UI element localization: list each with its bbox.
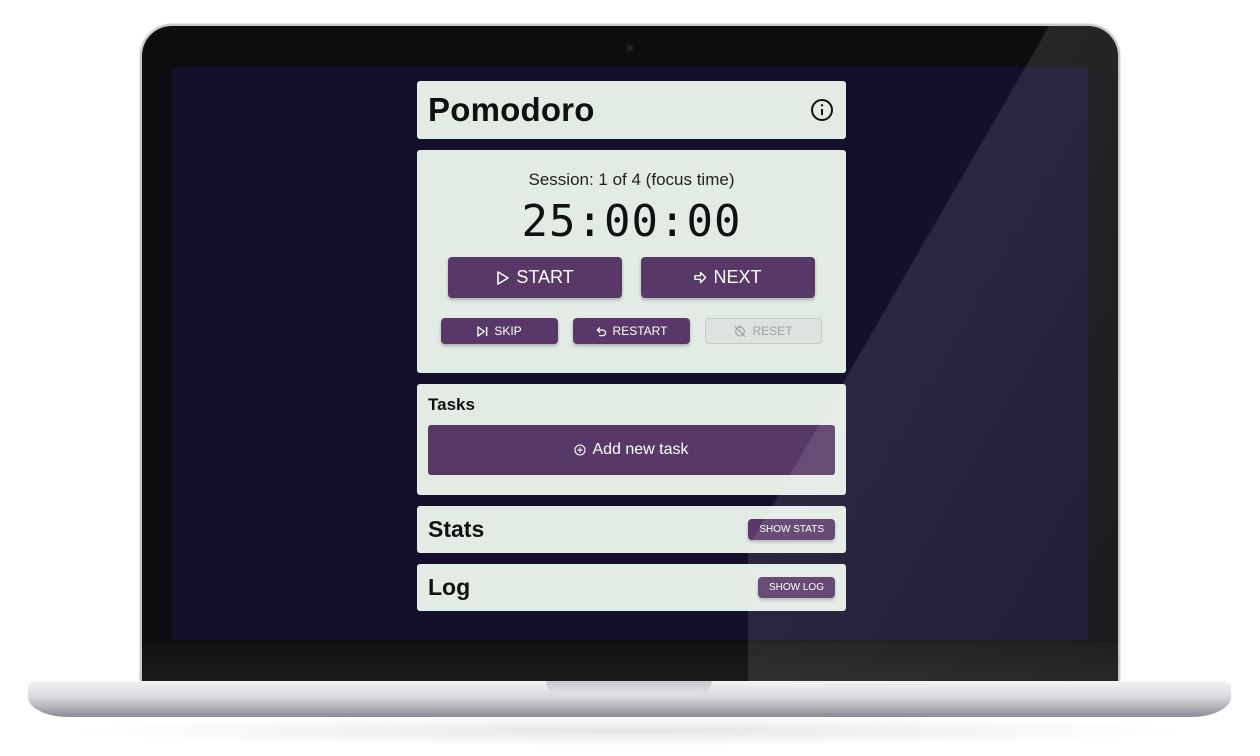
- app-title: Pomodoro: [428, 91, 595, 128]
- undo-icon: [596, 326, 606, 336]
- add-task-button[interactable]: Add new task: [428, 425, 835, 475]
- info-button[interactable]: [809, 97, 835, 123]
- timer-card: Session: 1 of 4 (focus time) 25:00:00 ST…: [417, 150, 846, 373]
- stats-heading: Stats: [428, 516, 485, 542]
- laptop-shadow: [60, 716, 1200, 746]
- start-label: START: [516, 267, 574, 287]
- plus-circle-icon: [574, 444, 587, 456]
- session-status: Session: 1 of 4 (focus time): [528, 170, 735, 189]
- play-icon: [497, 270, 510, 285]
- show-log-button[interactable]: SHOW LOG: [757, 577, 835, 598]
- skip-button[interactable]: SKIP: [441, 318, 558, 344]
- stats-card: Stats SHOW STATS: [417, 506, 846, 553]
- restart-label: RESTART: [612, 324, 668, 338]
- laptop-lid: Pomodoro Session: 1 of 4 (focus time) 25…: [142, 26, 1118, 686]
- laptop-bezel-bottom: [142, 642, 1118, 686]
- next-button[interactable]: NEXT: [641, 257, 815, 298]
- start-button[interactable]: START: [448, 257, 622, 298]
- log-card: Log SHOW LOG: [417, 564, 846, 611]
- arrow-right-icon: [694, 271, 707, 284]
- log-heading: Log: [428, 574, 471, 600]
- timer-display: 25:00:00: [521, 196, 742, 247]
- pomodoro-app: Pomodoro Session: 1 of 4 (focus time) 25…: [417, 81, 846, 622]
- main-controls: START NEXT: [417, 257, 846, 298]
- webcam: [626, 44, 634, 52]
- next-label: NEXT: [713, 267, 762, 287]
- secondary-controls: SKIP RESTART RESET: [417, 318, 846, 344]
- header-card: Pomodoro: [417, 81, 846, 139]
- laptop-notch: [546, 681, 712, 695]
- add-task-label: Add new task: [592, 441, 689, 458]
- show-stats-button[interactable]: SHOW STATS: [748, 519, 835, 540]
- reset-label: RESET: [752, 324, 793, 338]
- screen: Pomodoro Session: 1 of 4 (focus time) 25…: [172, 67, 1088, 640]
- restart-button[interactable]: RESTART: [573, 318, 690, 344]
- info-icon: [811, 99, 833, 121]
- timer-off-icon: [735, 325, 746, 337]
- skip-icon: [477, 325, 488, 337]
- skip-label: SKIP: [494, 324, 522, 338]
- laptop-base: [28, 681, 1231, 717]
- tasks-card: Tasks Add new task: [417, 384, 846, 495]
- reset-button[interactable]: RESET: [705, 318, 822, 344]
- tasks-heading: Tasks: [428, 395, 475, 414]
